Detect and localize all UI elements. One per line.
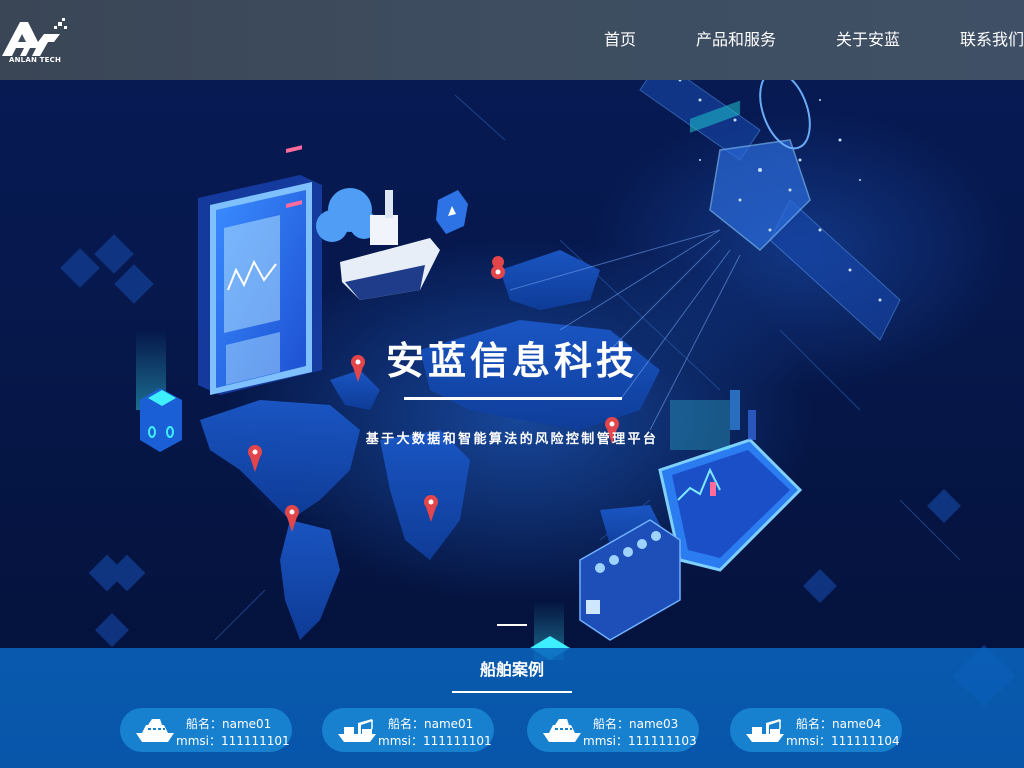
page-subtitle: 基于大数据和智能算法的风险控制管理平台 [365, 432, 659, 447]
cloud-icon [316, 188, 378, 242]
ship-case-card[interactable]: 船名：name01 mmsi：111111101 [322, 708, 494, 752]
ship-name: 船名：name03 [593, 717, 679, 731]
crane-ship-icon [746, 719, 784, 742]
ship-mmsi: mmsi：111111101 [378, 734, 492, 748]
cruise-ship-icon [136, 719, 174, 742]
slide-indicator[interactable] [497, 624, 527, 626]
nav-home[interactable]: 首页 [604, 26, 636, 50]
cases-title-underline [452, 691, 572, 693]
ship-cases-section: 船舶案例 船名：name01 mmsi：111111101 船名：name01 … [0, 648, 1024, 768]
satellite-illustration [639, 59, 901, 341]
top-navbar: ANLAN TECH 首页 产品和服务 关于安蓝 联系我们 [0, 0, 1024, 80]
ship-case-card[interactable]: 船名：name01 mmsi：111111101 [120, 708, 292, 752]
nav-products-services[interactable]: 产品和服务 [696, 26, 776, 50]
ship-mmsi: mmsi：111111101 [176, 734, 290, 748]
ship-name: 船名：name04 [796, 717, 882, 731]
ship-name: 船名：name01 [388, 717, 474, 731]
ship-mmsi: mmsi：111111103 [583, 734, 697, 748]
ship-case-card[interactable]: 船名：name04 mmsi：111111104 [730, 708, 902, 752]
page-title: 安蓝信息科技 [385, 339, 638, 383]
nav-about[interactable]: 关于安蓝 [836, 26, 900, 50]
title-underline [404, 397, 622, 400]
cruise-ship-icon [543, 719, 581, 742]
ship-mmsi: mmsi：111111104 [786, 734, 900, 748]
cases-title: 船舶案例 [479, 660, 544, 679]
logo-caption: ANLAN TECH [9, 56, 62, 64]
ship-name: 船名：name01 [186, 717, 272, 731]
ship-case-card[interactable]: 船名：name03 mmsi：111111103 [527, 708, 699, 752]
server-rack-illustration [579, 519, 681, 641]
nav-contact[interactable]: 联系我们 [960, 26, 1024, 50]
crane-ship-icon [338, 719, 376, 742]
